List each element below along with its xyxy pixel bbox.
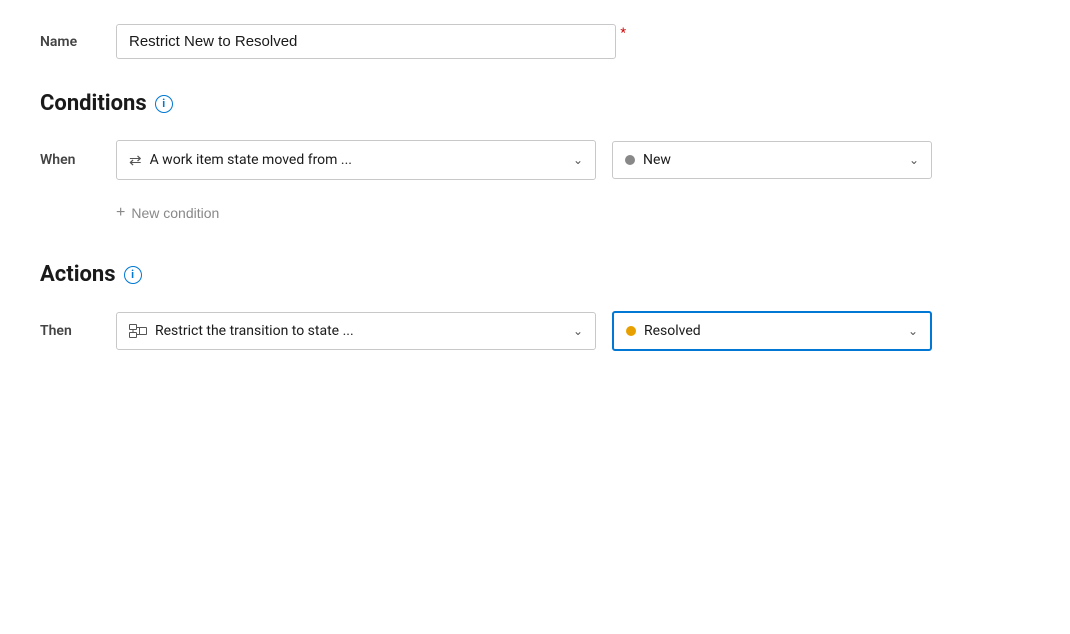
condition-state-dot [625, 155, 635, 165]
condition-chevron-icon: ⌄ [573, 153, 583, 167]
condition-state-content: New [625, 152, 671, 168]
restrict-icon [129, 324, 147, 338]
condition-state-text: New [643, 152, 671, 168]
conditions-section: Conditions i When ⇄ A work item state mo… [40, 91, 1030, 226]
actions-title: Actions [40, 262, 116, 287]
transfer-icon: ⇄ [129, 151, 142, 169]
conditions-info-icon[interactable]: i [155, 95, 173, 113]
then-label: Then [40, 323, 100, 339]
action-state-content: Resolved [626, 323, 701, 339]
action-dropdown-content: Restrict the transition to state ... [129, 323, 354, 339]
required-indicator: * [620, 26, 626, 41]
plus-icon: + [116, 204, 125, 222]
when-label: When [40, 152, 100, 168]
condition-dropdown-content: ⇄ A work item state moved from ... [129, 151, 352, 169]
action-dropdown[interactable]: Restrict the transition to state ... ⌄ [116, 312, 596, 350]
action-state-dot [626, 326, 636, 336]
action-dropdown-text: Restrict the transition to state ... [155, 323, 354, 339]
name-label: Name [40, 34, 100, 50]
action-chevron-icon: ⌄ [573, 324, 583, 338]
action-state-chevron-icon: ⌄ [908, 324, 918, 338]
name-row: Name * [40, 24, 1030, 59]
condition-state-chevron-icon: ⌄ [909, 153, 919, 167]
actions-info-icon[interactable]: i [124, 266, 142, 284]
actions-section: Actions i Then Restrict the transi [40, 262, 1030, 351]
new-condition-button[interactable]: + New condition [116, 200, 219, 226]
condition-dropdown[interactable]: ⇄ A work item state moved from ... ⌄ [116, 140, 596, 180]
actions-header: Actions i [40, 262, 1030, 287]
conditions-header: Conditions i [40, 91, 1030, 116]
action-state-dropdown[interactable]: Resolved ⌄ [612, 311, 932, 351]
when-row: When ⇄ A work item state moved from ... … [40, 140, 1030, 180]
new-condition-label: New condition [131, 205, 219, 221]
name-input-wrapper: * [116, 24, 616, 59]
condition-state-dropdown[interactable]: New ⌄ [612, 141, 932, 179]
then-row: Then Restrict the transition to state ..… [40, 311, 1030, 351]
condition-dropdown-text: A work item state moved from ... [150, 152, 352, 168]
name-input[interactable] [116, 24, 616, 59]
action-state-text: Resolved [644, 323, 701, 339]
conditions-title: Conditions [40, 91, 147, 116]
